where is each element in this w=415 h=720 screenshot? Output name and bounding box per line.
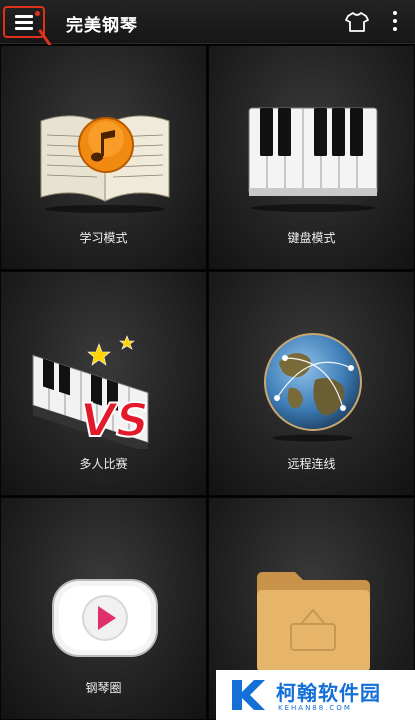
svg-text:VS: VS — [75, 393, 153, 447]
notification-dot — [35, 11, 40, 16]
app-title: 完美钢琴 — [66, 16, 138, 36]
play-circle-icon — [52, 579, 158, 657]
app-toolbar: 完美钢琴 — [0, 0, 415, 44]
menu-button[interactable] — [3, 6, 45, 38]
tile-piano-circle[interactable]: 钢琴圈 — [0, 497, 207, 720]
globe-network-icon — [264, 333, 362, 442]
tile-label: 键盘模式 — [287, 231, 336, 245]
more-vertical-icon[interactable] — [392, 11, 398, 33]
kehan-logo-icon — [232, 680, 265, 710]
tile-label: 多人比赛 — [79, 457, 128, 471]
watermark-text: 柯翰软件园 — [276, 681, 381, 705]
mode-grid: 学习模式 键盘模式 VS 多人比赛 远程连线 钢琴圈 — [0, 45, 415, 720]
tile-label: 远程连线 — [287, 457, 336, 471]
songbook-music-icon — [40, 115, 170, 213]
tshirt-icon[interactable] — [345, 12, 369, 32]
hamburger-menu-icon — [15, 15, 33, 18]
tile-learning-mode[interactable]: 学习模式 — [0, 45, 207, 270]
tile-keyboard-mode[interactable]: 键盘模式 — [208, 45, 415, 270]
watermark-url: KEHAN88.COM — [278, 704, 352, 712]
tile-remote-connection[interactable]: 远程连线 — [208, 271, 415, 496]
folder-icon — [257, 572, 370, 672]
hamburger-menu-icon-line — [15, 21, 33, 24]
watermark: 柯翰软件园 KEHAN88.COM — [216, 670, 415, 720]
piano-vs-icon: VS — [32, 335, 154, 449]
tile-label: 学习模式 — [79, 231, 128, 245]
tile-multiplayer[interactable]: VS 多人比赛 — [0, 271, 207, 496]
tile-label: 钢琴圈 — [85, 681, 122, 695]
piano-keyboard-icon — [248, 107, 378, 212]
hamburger-menu-icon-line — [15, 27, 33, 30]
